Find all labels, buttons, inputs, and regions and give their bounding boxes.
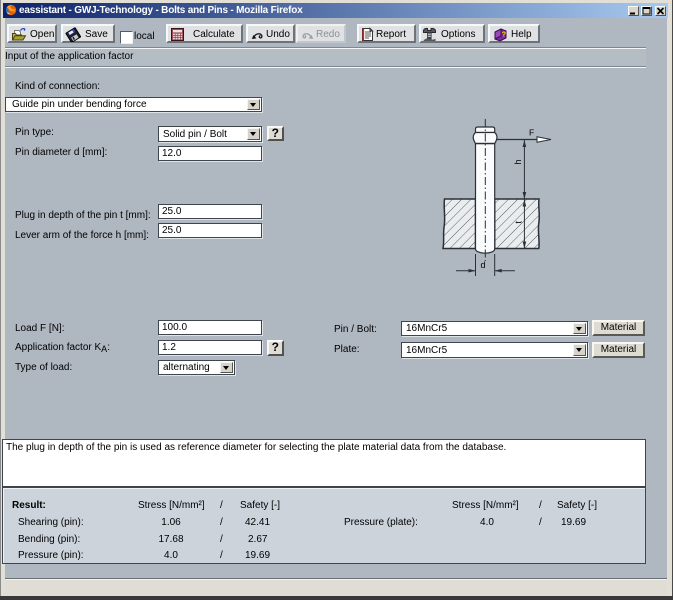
svg-text:d: d <box>481 260 486 270</box>
svg-text:F: F <box>529 128 534 138</box>
svg-text:h: h <box>513 159 523 164</box>
svg-text:?: ? <box>502 29 507 38</box>
